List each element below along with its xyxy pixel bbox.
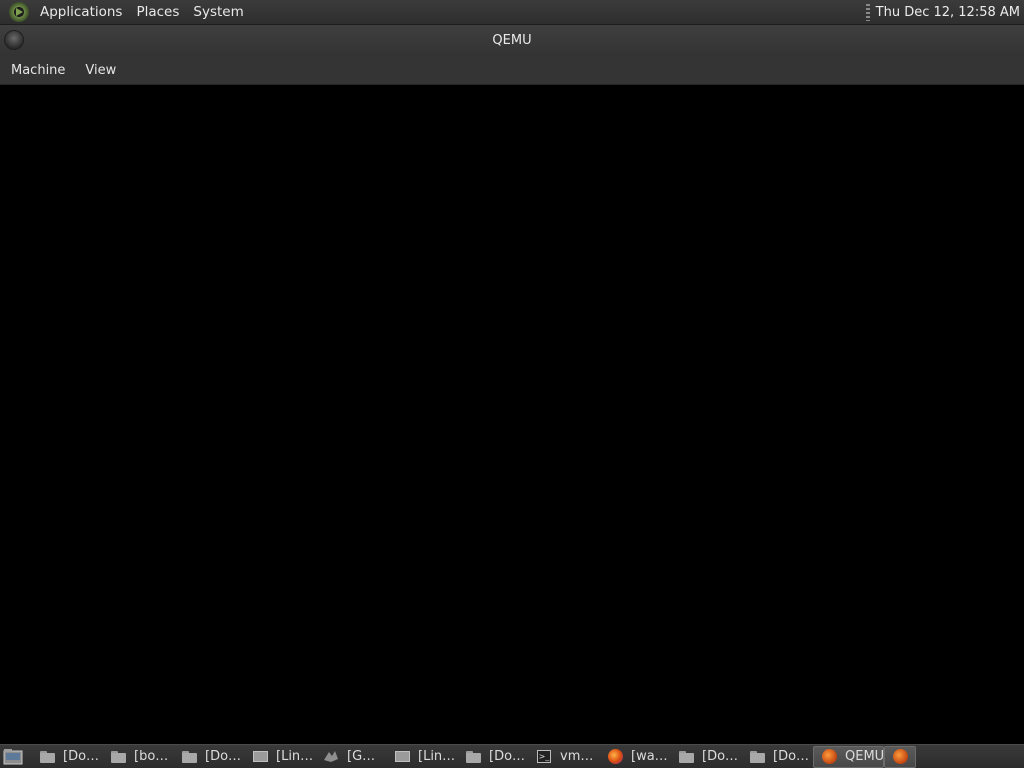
taskbar: [Do… [bo… [Do… [Lin… [G… [Lin… [Do… >_ v…	[0, 744, 1024, 768]
task-qemu-2[interactable]	[884, 745, 916, 768]
terminal-icon: >_	[537, 750, 551, 763]
task-monitor-1[interactable]: [Lin…	[245, 746, 316, 768]
folder-icon	[678, 749, 694, 765]
task-gimp[interactable]: [G…	[316, 746, 387, 768]
qemu-icon	[821, 749, 837, 765]
task-label: QEMU	[845, 749, 884, 764]
window-menu-button[interactable]	[4, 30, 24, 50]
task-label: vm…	[560, 749, 594, 764]
qemu-icon	[892, 749, 908, 765]
gimp-icon	[323, 749, 339, 765]
task-terminal[interactable]: >_ vm…	[529, 746, 600, 768]
task-label: [Do…	[63, 749, 100, 764]
folder-icon	[110, 749, 126, 765]
monitor-icon	[394, 749, 410, 765]
system-menu[interactable]: System	[186, 0, 250, 25]
task-firefox[interactable]: [wa…	[600, 746, 671, 768]
folder-icon	[749, 749, 765, 765]
task-label: [wa…	[631, 749, 668, 764]
task-label: [G…	[347, 749, 376, 764]
places-menu[interactable]: Places	[129, 0, 186, 25]
show-desktop-icon[interactable]	[2, 747, 24, 767]
folder-icon	[39, 749, 55, 765]
task-folder-5[interactable]: [Do…	[671, 746, 742, 768]
firefox-icon	[607, 749, 623, 765]
task-label: [Do…	[773, 749, 810, 764]
task-folder-2[interactable]: [bo…	[103, 746, 174, 768]
task-label: [Do…	[205, 749, 242, 764]
applications-menu[interactable]: Applications	[33, 0, 129, 25]
task-label: [Lin…	[418, 749, 456, 764]
folder-icon	[465, 749, 481, 765]
task-folder-4[interactable]: [Do…	[458, 746, 529, 768]
menu-logo-icon[interactable]	[9, 2, 29, 22]
task-folder-1[interactable]: [Do…	[32, 746, 103, 768]
menu-view[interactable]: View	[75, 56, 126, 85]
vm-display[interactable]	[2, 85, 1024, 744]
top-panel: Applications Places System Thu Dec 12, 1…	[0, 0, 1024, 25]
menu-machine[interactable]: Machine	[0, 56, 75, 85]
task-folder-6[interactable]: [Do…	[742, 746, 813, 768]
task-qemu-active[interactable]: QEMU	[813, 745, 884, 768]
window-title: QEMU	[492, 33, 532, 48]
folder-icon	[181, 749, 197, 765]
clock[interactable]: Thu Dec 12, 12:58 AM	[876, 5, 1024, 20]
menubar: Machine View	[0, 56, 1024, 85]
task-label: [bo…	[134, 749, 169, 764]
task-monitor-2[interactable]: [Lin…	[387, 746, 458, 768]
task-folder-3[interactable]: [Do…	[174, 746, 245, 768]
task-label: [Do…	[702, 749, 739, 764]
monitor-icon	[252, 749, 268, 765]
window-titlebar[interactable]: QEMU	[0, 25, 1024, 56]
tray-handle-icon[interactable]	[865, 3, 870, 21]
task-label: [Lin…	[276, 749, 314, 764]
task-label: [Do…	[489, 749, 526, 764]
